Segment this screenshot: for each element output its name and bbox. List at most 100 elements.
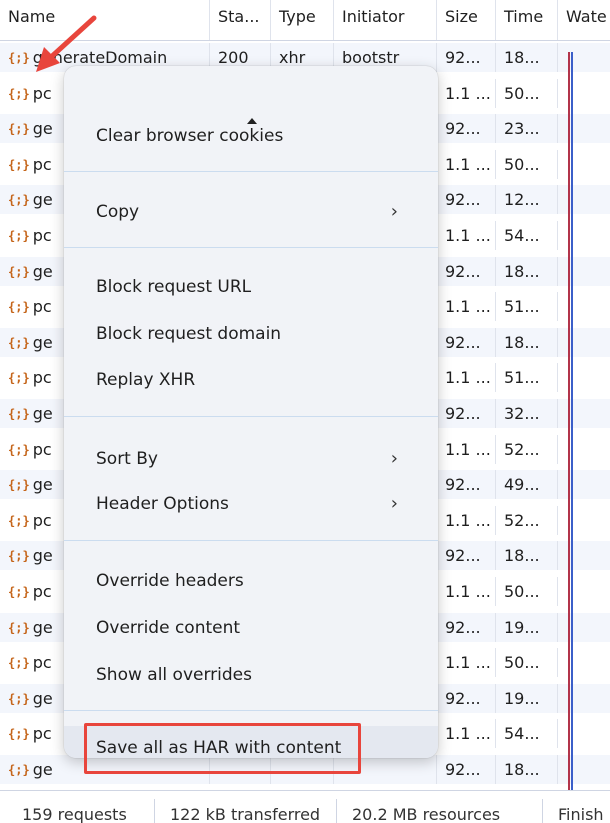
xhr-file-icon: {;} — [8, 442, 30, 457]
xhr-file-icon: {;} — [8, 407, 30, 421]
status-divider — [336, 799, 337, 823]
cell-wf — [558, 506, 610, 535]
resources-size: 20.2 MB resources — [352, 805, 501, 823]
cell-wf — [558, 292, 610, 321]
xhr-file-icon: {;} — [8, 727, 30, 742]
request-name: ge — [32, 760, 53, 779]
cell-time: 23... — [496, 114, 558, 144]
xhr-file-icon: {;} — [8, 86, 30, 101]
chevron-right-icon: › — [390, 448, 398, 469]
cell-time: 49... — [496, 470, 558, 500]
request-name: generateDomain — [32, 48, 168, 67]
cell-size: 92... — [437, 755, 496, 784]
cell-wf — [558, 185, 610, 214]
request-name: ge — [32, 404, 53, 423]
cell-time: 32... — [496, 399, 558, 428]
request-name: ge — [32, 546, 53, 566]
request-name: pc — [32, 297, 52, 317]
cell-size: 1.1 ... — [437, 577, 496, 606]
menu-item-block-request-domain[interactable]: Block request domain — [64, 312, 438, 356]
xhr-file-icon: {;} — [8, 335, 30, 350]
menu-item-clear-browser-cookies[interactable]: Clear browser cookies — [64, 114, 438, 158]
menu-item-sort-by[interactable]: Sort By › — [64, 437, 438, 481]
xhr-file-icon: {;} — [8, 193, 30, 208]
request-name: pc — [32, 154, 52, 174]
request-name: pc — [32, 653, 52, 673]
menu-item-show-all-overrides[interactable]: Show all overrides — [64, 653, 438, 697]
cell-time: 19... — [496, 683, 558, 713]
menu-item-block-request-url[interactable]: Block request URL — [64, 265, 438, 309]
xhr-file-icon: {;} — [8, 157, 30, 172]
request-name: ge — [32, 261, 53, 281]
status-divider — [542, 799, 543, 823]
column-header-initiator[interactable]: Initiator — [334, 0, 437, 40]
chevron-right-icon: › — [390, 201, 398, 222]
menu-item-label: Block request domain — [96, 324, 282, 344]
cell-wf — [558, 435, 610, 464]
column-header-time[interactable]: Time — [496, 0, 558, 40]
cell-wf — [558, 541, 610, 570]
cell-size: 92... — [437, 399, 496, 428]
column-header-waterfall[interactable]: Wate — [558, 0, 610, 40]
menu-item-label: Override headers — [96, 571, 244, 591]
menu-separator — [64, 416, 438, 417]
cell-time: 50... — [496, 149, 558, 179]
xhr-file-icon: {;} — [8, 656, 30, 671]
cell-wf — [558, 79, 610, 108]
cell-size: 1.1 ... — [437, 292, 496, 322]
cell-wf — [558, 577, 610, 606]
column-header-status[interactable]: Sta... — [210, 0, 271, 40]
xhr-file-icon: {;} — [8, 549, 30, 564]
menu-item-label: Sort By — [96, 449, 158, 469]
context-menu: Clear browser cookies Copy › Block reques… — [64, 66, 438, 758]
menu-item-override-content[interactable]: Override content — [64, 606, 438, 650]
cell-wf — [558, 43, 610, 72]
xhr-file-icon: {;} — [8, 51, 30, 65]
cell-size: 1.1 ... — [437, 719, 496, 749]
menu-item-label: Replay XHR — [96, 370, 196, 390]
menu-item-override-headers[interactable]: Override headers — [64, 559, 438, 603]
request-name: ge — [32, 119, 53, 139]
menu-separator — [64, 247, 438, 248]
cell-wf — [558, 719, 610, 748]
xhr-file-icon: {;} — [8, 763, 30, 777]
cell-wf — [558, 363, 610, 392]
menu-item-header-options[interactable]: Header Options › — [64, 482, 438, 526]
cell-wf — [558, 221, 610, 250]
cell-time: 12... — [496, 185, 558, 215]
request-name: pc — [32, 83, 52, 103]
column-header-type[interactable]: Type — [271, 0, 334, 40]
cell-size: 1.1 ... — [437, 78, 496, 108]
request-name: ge — [32, 190, 53, 210]
column-header-name[interactable]: Name — [0, 0, 210, 40]
menu-item-label: Show all overrides — [96, 665, 252, 685]
cell-time: 19... — [496, 612, 558, 642]
request-name: ge — [32, 332, 53, 352]
request-name: ge — [32, 617, 53, 637]
finish-time: Finish — [558, 805, 604, 823]
cell-wf — [558, 150, 610, 179]
menu-item-copy[interactable]: Copy › — [64, 190, 438, 234]
xhr-file-icon: {;} — [8, 300, 30, 315]
cell-size: 92... — [437, 185, 496, 215]
menu-separator — [64, 540, 438, 541]
xhr-file-icon: {;} — [8, 620, 30, 635]
column-header-size[interactable]: Size — [437, 0, 496, 40]
cell-time: 18... — [496, 43, 558, 72]
menu-item-replay-xhr[interactable]: Replay XHR — [64, 358, 438, 402]
request-name: pc — [32, 226, 52, 245]
request-name: pc — [32, 582, 52, 601]
cell-size: 1.1 ... — [437, 221, 496, 250]
request-name: pc — [32, 510, 52, 530]
cell-time: 54... — [496, 221, 558, 250]
network-status-bar: 159 requests 122 kB transferred 20.2 MB … — [0, 790, 610, 823]
request-name: ge — [32, 688, 53, 708]
cell-wf — [558, 648, 610, 677]
cell-wf — [558, 257, 610, 286]
status-divider — [154, 799, 155, 823]
cell-size: 92... — [437, 327, 496, 357]
cell-wf — [558, 684, 610, 713]
cell-wf — [558, 399, 610, 428]
cell-wf — [558, 613, 610, 642]
cell-size: 92... — [437, 43, 496, 72]
